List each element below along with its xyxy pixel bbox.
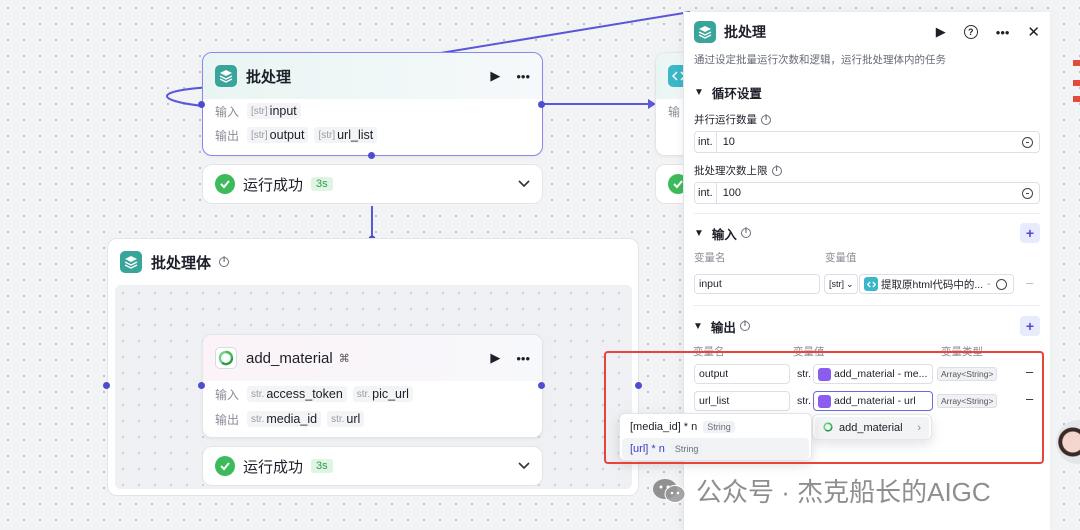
batch-output-var: [str] output [247,127,309,143]
add-material-output-row: 输出 str. media_id str. url [203,407,542,431]
chevron-down-icon[interactable]: ▼ [694,87,704,98]
more-icon[interactable]: ••• [516,69,530,84]
batch-input-var: [str] input [247,103,301,119]
play-icon[interactable]: ▶ [490,350,500,366]
output-section-header[interactable]: ▼ 输出 + [683,315,1050,337]
batch-output-row: 输出 [str] output [str] url_list [203,123,542,147]
side-indicator [1073,60,1080,120]
batch-input-row: 输入 [str] input [203,99,542,123]
status-text: 运行成功 [243,176,304,194]
panel-header: 批处理 ▶ ? ••• ✕ [684,12,1050,52]
check-icon [215,174,235,194]
watermark: 公众号 · 杰克船长的AIGC [652,472,991,509]
batch-body-title: 批处理体 [151,254,212,272]
plugin-icon: ⌘ [338,352,350,365]
max-batch-label: 批处理次数上限 [684,163,1050,178]
add-material-icon [215,347,237,369]
add-material-input-row: 输入 str. access_token str. pic_url [203,381,542,407]
add-material-out-port[interactable] [538,382,545,389]
batch-in-port[interactable] [198,101,205,108]
play-icon[interactable]: ▶ [936,24,946,40]
play-icon[interactable]: ▶ [490,68,500,84]
batch-output-var: [str] url_list [314,127,378,143]
chevron-down-icon[interactable]: ▼ [693,321,703,332]
info-icon[interactable] [219,255,230,267]
info-icon[interactable] [740,226,751,238]
add-material-in-port[interactable] [198,382,205,389]
chevron-down-icon: ⌄ [846,278,854,289]
max-batch-input[interactable]: int. 100 [694,182,1040,204]
batch-status-bar[interactable]: 运行成功 3s [202,164,543,204]
batch-node-title: 批处理 [246,68,292,86]
batch-icon [120,251,142,273]
chevron-down-icon[interactable] [518,177,530,191]
input-value-ref[interactable]: 提取原html代码中的... - [859,274,1014,294]
body-in-port[interactable] [103,382,110,389]
chevron-down-icon[interactable] [518,459,530,473]
batch-node-header: 批处理 ▶ ••• [203,53,542,99]
info-icon[interactable] [739,319,750,331]
more-icon[interactable]: ••• [996,25,1010,40]
batch-node[interactable]: 批处理 ▶ ••• 输入 [str] input 输出 [str] output [… [202,52,543,156]
input-section-header[interactable]: ▼ 输入 + [684,222,1050,244]
clear-icon[interactable] [995,278,1007,290]
add-material-status-bar[interactable]: 运行成功 3s [202,446,543,486]
code-icon [864,277,878,291]
batch-icon [215,65,237,87]
duration-badge: 3s [311,177,333,191]
check-icon [215,456,235,476]
parallel-label: 并行运行数量 [684,112,1050,127]
add-material-node[interactable]: add_material ⌘ ▶ ••• 输入 str. access_token… [202,334,543,438]
wechat-icon [652,478,686,504]
info-icon[interactable] [771,164,782,176]
more-icon[interactable]: ••• [516,351,530,366]
input-column-headers: 变量名 变量值 [694,252,857,264]
loop-section-header[interactable]: ▼ 循环设置 [684,81,1050,103]
batch-bottom-port[interactable] [368,152,375,159]
add-output-button[interactable]: + [1020,316,1040,336]
duration-badge: 3s [311,459,333,473]
parallel-count-input[interactable]: int. 10 [694,131,1040,153]
chevron-down-icon[interactable]: ▼ [694,228,704,239]
close-icon[interactable]: ✕ [1027,23,1040,41]
highlight-box [604,351,1044,464]
panel-title: 批处理 [724,24,766,40]
add-input-button[interactable]: + [1020,223,1040,243]
help-icon[interactable]: ? [963,25,978,39]
batch-icon [694,21,716,43]
status-text: 运行成功 [243,458,304,476]
panel-description: 通过设定批量运行次数和逻辑，运行批处理体内的任务 [694,54,946,66]
input-type-select[interactable]: [str] ⌄ [824,274,858,294]
input-name-field[interactable]: input [694,274,820,294]
minus-icon[interactable]: – [1026,275,1033,290]
add-material-title: add_material [246,349,333,367]
stepper-icon[interactable] [1022,136,1033,148]
info-icon[interactable] [761,113,771,125]
stepper-icon[interactable] [1022,187,1033,199]
batch-out-port[interactable] [538,101,545,108]
